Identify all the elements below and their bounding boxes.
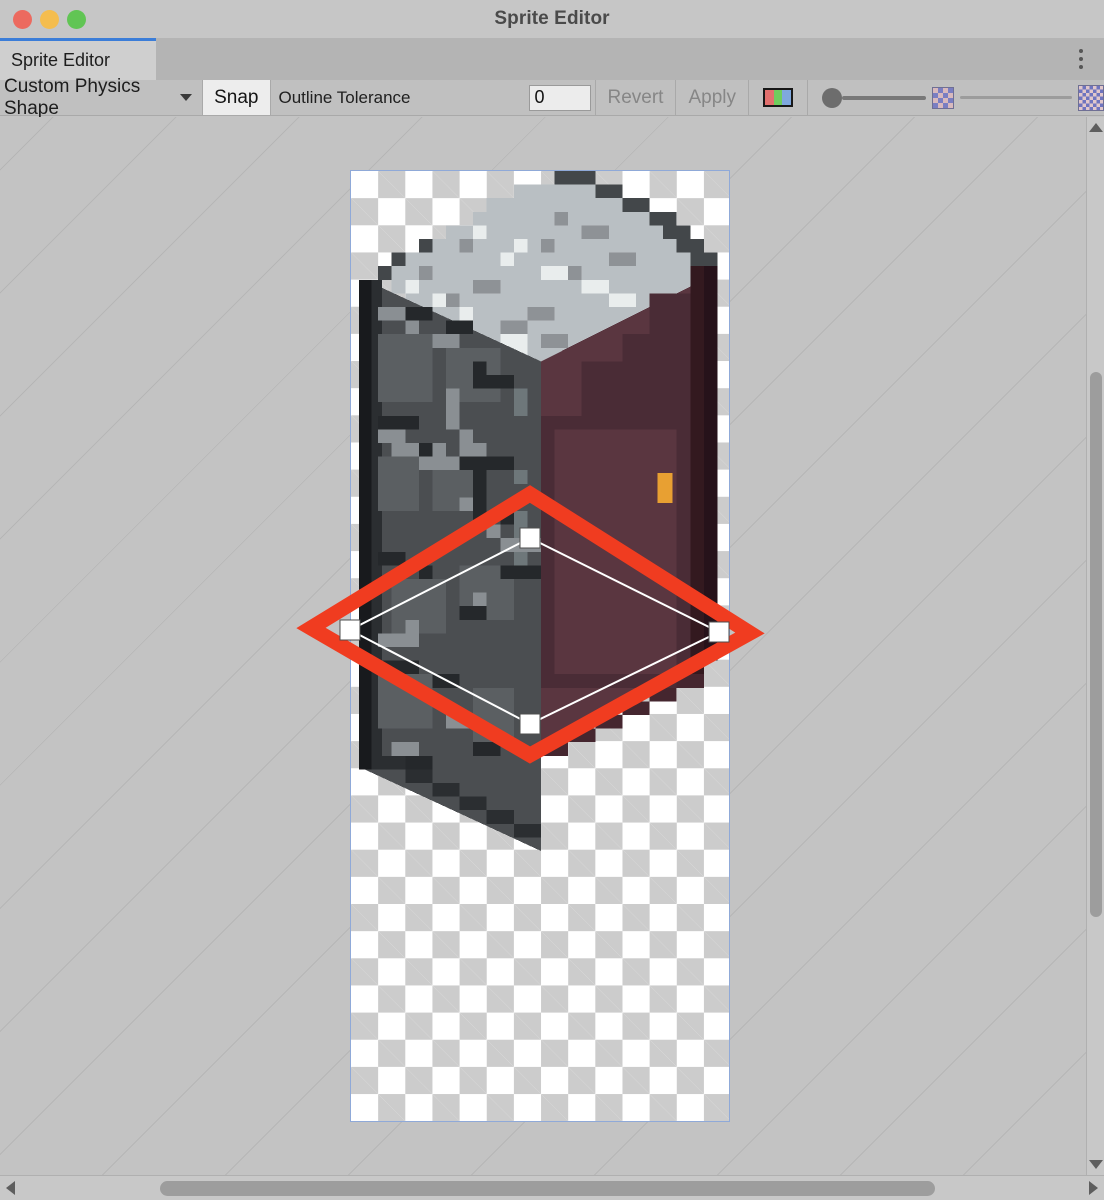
window-titlebar: Sprite Editor: [0, 0, 1104, 38]
arrow-right-icon[interactable]: [1089, 1181, 1098, 1195]
sprite-frame: [350, 170, 730, 1122]
outline-tolerance-field: Outline Tolerance: [271, 80, 596, 115]
sprite-editor-window: Sprite Editor Sprite Editor Custom Physi…: [0, 0, 1104, 1200]
editor-toolbar: Custom Physics Shape Snap Outline Tolera…: [0, 76, 1104, 119]
snap-button[interactable]: Snap: [203, 80, 271, 115]
kebab-menu-icon[interactable]: [1072, 38, 1090, 80]
slider-knob-icon[interactable]: [822, 87, 842, 108]
physics-handle-left[interactable]: [339, 619, 361, 641]
tab-sprite-editor[interactable]: Sprite Editor: [0, 38, 156, 80]
physics-handle-right[interactable]: [708, 621, 730, 643]
apply-button[interactable]: Apply: [676, 80, 749, 115]
alpha-slider-track[interactable]: [960, 96, 1072, 99]
mode-dropdown-label: Custom Physics Shape: [4, 75, 141, 119]
physics-handle-top[interactable]: [519, 527, 541, 549]
physics-handle-bottom[interactable]: [519, 713, 541, 735]
checker-large-icon[interactable]: [1078, 84, 1104, 111]
kebab-dot: [1079, 65, 1083, 69]
vertical-scrollbar-thumb[interactable]: [1090, 372, 1102, 917]
outline-tolerance-input[interactable]: [528, 84, 591, 111]
arrow-up-icon[interactable]: [1088, 123, 1103, 132]
isometric-building-sprite: [359, 171, 718, 851]
checker-small-icon[interactable]: [932, 86, 954, 109]
rgb-channel-button[interactable]: [749, 80, 808, 115]
outline-tolerance-label: Outline Tolerance: [278, 87, 411, 107]
chevron-down-icon: [180, 94, 193, 101]
horizontal-scrollbar[interactable]: [0, 1175, 1104, 1200]
revert-button[interactable]: Revert: [596, 80, 677, 115]
tab-strip: Sprite Editor: [0, 38, 1104, 80]
kebab-dot: [1079, 57, 1083, 61]
mode-dropdown[interactable]: Custom Physics Shape: [0, 76, 204, 119]
window-title: Sprite Editor: [494, 8, 610, 29]
kebab-dot: [1079, 49, 1083, 53]
arrow-left-icon[interactable]: [6, 1181, 15, 1195]
zoom-slider[interactable]: [808, 80, 1104, 115]
sprite-canvas[interactable]: [0, 117, 1086, 1175]
arrow-down-icon[interactable]: [1088, 1160, 1103, 1169]
rgb-channel-icon: [763, 88, 793, 107]
window-light: [657, 472, 673, 503]
vertical-scrollbar[interactable]: [1086, 117, 1104, 1175]
tab-label: Sprite Editor: [11, 50, 111, 70]
horizontal-scrollbar-thumb[interactable]: [160, 1181, 935, 1196]
zoom-slider-track[interactable]: [842, 95, 926, 100]
